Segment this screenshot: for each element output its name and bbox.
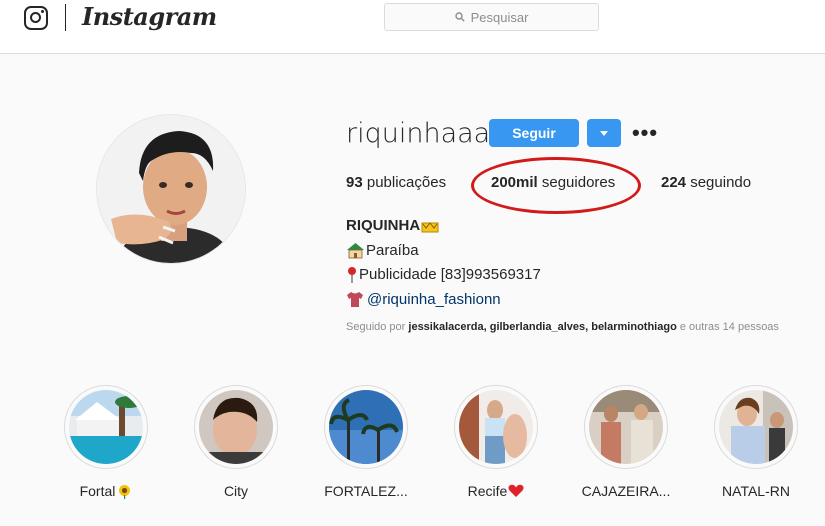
bio-location: Paraíba	[366, 241, 419, 259]
highlight-label-text: CAJAZEIRA...	[581, 483, 671, 499]
highlight-fortal[interactable]: Fortal	[56, 385, 156, 499]
followed-by-suffix: e outras 14 pessoas	[679, 321, 779, 333]
posts-stat: 93 publicações	[346, 174, 446, 191]
posts-count: 93	[346, 174, 363, 191]
more-options-button[interactable]: •••	[630, 120, 660, 145]
highlight-label: CAJAZEIRA...	[576, 483, 676, 499]
house-icon	[347, 243, 364, 259]
highlight-cover	[199, 390, 273, 464]
highlight-cover	[69, 390, 143, 464]
heart-icon	[508, 484, 524, 497]
highlight-natal-rn[interactable]: NATAL-RN	[706, 385, 806, 499]
highlight-cover	[589, 390, 663, 464]
highlight-city[interactable]: City	[186, 385, 286, 499]
highlight-ring	[584, 385, 668, 469]
avatar-photo	[97, 115, 245, 263]
highlight-label: Fortal	[56, 483, 156, 499]
tshirt-icon	[347, 292, 363, 308]
instagram-logo[interactable]: Instagram	[82, 2, 217, 31]
search-icon	[454, 12, 465, 22]
followed-by-text[interactable]: Seguido por jessikalacerda, gilberlandia…	[346, 321, 779, 333]
highlight-label-text: City	[223, 483, 249, 499]
suggestions-dropdown-button[interactable]	[587, 119, 621, 147]
highlight-cover	[459, 390, 533, 464]
highlight-cover	[719, 390, 793, 464]
highlight-ring	[324, 385, 408, 469]
highlight-label: City	[186, 483, 286, 499]
highlight-label-text: NATAL-RN	[722, 483, 790, 499]
followed-by-names: jessikalacerda, gilberlandia_alves, bela…	[408, 321, 677, 333]
highlight-label-text: Fortal	[79, 483, 116, 499]
bio-location-line: Paraíba	[346, 239, 541, 264]
following-label: seguindo	[690, 174, 752, 191]
highlight-label: Recife	[446, 483, 546, 499]
crown-icon	[421, 222, 439, 233]
highlight-label: FORTALEZ...	[316, 483, 416, 499]
highlight-ring	[454, 385, 538, 469]
bio-contact-line: Publicidade [83]993569317	[346, 263, 541, 288]
bio-instagram-link[interactable]: @riquinha_fashionn	[367, 288, 501, 313]
highlight-recife[interactable]: Recife	[446, 385, 546, 499]
highlight-label: NATAL-RN	[706, 483, 806, 499]
profile-avatar[interactable]	[96, 114, 246, 264]
bio-link-line: @riquinha_fashionn	[346, 288, 541, 313]
profile-username: riquinhaaa	[346, 118, 491, 149]
top-nav: Instagram Pesquisar	[0, 0, 825, 54]
followed-by-prefix: Seguido por	[346, 321, 406, 333]
posts-label: publicações	[366, 174, 447, 191]
profile-bio: RIQUINHA Paraíba Publicidade [83]9935693…	[346, 214, 541, 312]
search-placeholder: Pesquisar	[470, 9, 529, 25]
highlight-cajazeiras[interactable]: CAJAZEIRA...	[576, 385, 676, 499]
sunflower-icon	[119, 484, 131, 499]
nav-divider	[65, 4, 66, 31]
red-circle-annotation	[471, 157, 641, 214]
following-stat[interactable]: 224 seguindo	[661, 174, 751, 191]
highlight-label-text: Recife	[467, 483, 508, 499]
pushpin-icon	[348, 267, 356, 284]
following-count: 224	[661, 174, 687, 191]
search-input[interactable]: Pesquisar	[384, 3, 599, 31]
follow-button[interactable]: Seguir	[489, 119, 579, 147]
bio-contact: Publicidade [83]993569317	[359, 266, 541, 283]
instagram-camera-icon[interactable]	[24, 6, 48, 30]
bio-name: RIQUINHA	[346, 217, 421, 234]
highlight-ring	[194, 385, 278, 469]
highlight-cover	[329, 390, 403, 464]
highlight-fortaleza[interactable]: FORTALEZ...	[316, 385, 416, 499]
highlight-ring	[714, 385, 798, 469]
highlight-label-text: FORTALEZ...	[324, 483, 408, 499]
caret-down-icon	[600, 130, 608, 136]
bio-name-line: RIQUINHA	[346, 214, 541, 239]
highlight-ring	[64, 385, 148, 469]
